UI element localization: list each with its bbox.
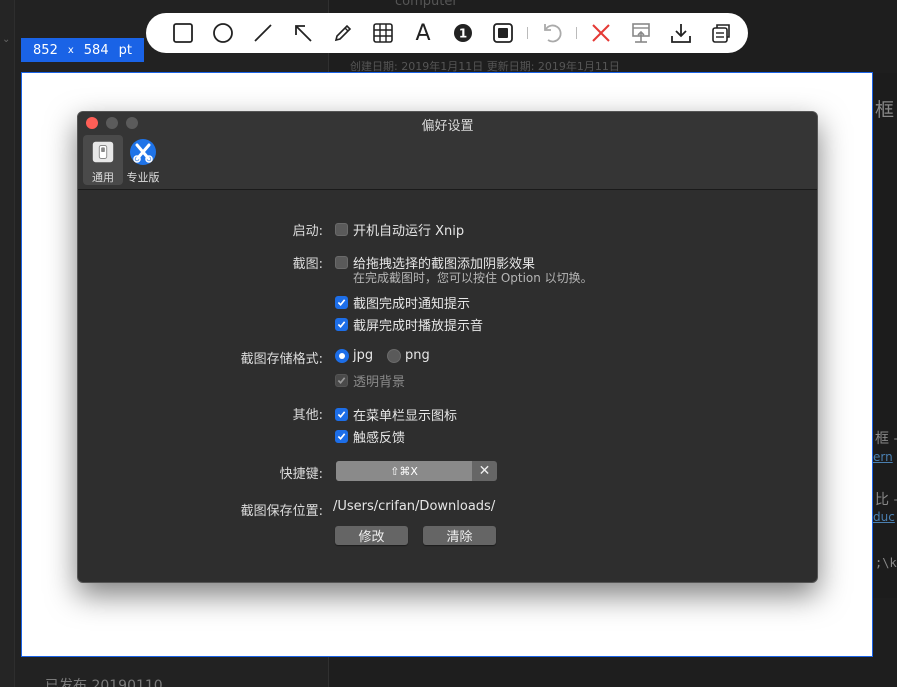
number-marker-tool-button[interactable]: 1 (443, 13, 483, 53)
format-png-radio[interactable]: png (387, 348, 430, 363)
pin-button[interactable] (621, 13, 661, 53)
modify-location-button[interactable]: 修改 (335, 526, 408, 545)
transparent-bg-text: 透明背景 (353, 375, 406, 390)
chevron-down-icon: ⌄ (2, 34, 11, 45)
ellipse-tool-button[interactable] (203, 13, 243, 53)
tab-pro[interactable]: 专业版 (124, 135, 162, 185)
save-location-label: 截图保存位置: (240, 504, 323, 519)
highlight-tool-icon (493, 23, 513, 43)
tab-general-label: 通用 (92, 171, 114, 184)
background-code: ;\k (875, 556, 897, 570)
line-tool-button[interactable] (243, 13, 283, 53)
number-marker-tool-icon: 1 (454, 24, 472, 42)
save-location-path: /Users/crifan/Downloads/ (333, 499, 496, 514)
menubar-icon-checkbox[interactable]: 在菜单栏显示图标 (335, 405, 457, 424)
undo-button[interactable] (532, 13, 572, 53)
shortcut-recorder: ⇧⌘X ✕ (336, 461, 497, 481)
capture-height: 584 (83, 42, 109, 58)
preferences-titlebar: 偏好设置 通用 专业版 (78, 112, 817, 190)
auto-launch-text: 开机自动运行 Xnip (353, 224, 465, 239)
line-tool-icon (254, 24, 272, 42)
checkbox-checked-icon (335, 296, 348, 309)
shortcut-field[interactable]: ⇧⌘X (336, 461, 472, 481)
radio-unselected-icon (387, 348, 401, 363)
mosaic-tool-icon (373, 23, 393, 43)
menubar-icon-text: 在菜单栏显示图标 (353, 409, 458, 424)
clear-location-button[interactable]: 清除 (423, 526, 496, 545)
shortcut-label: 快捷键: (279, 467, 323, 482)
background-fragment: 框 – (875, 431, 897, 447)
download-icon (671, 24, 691, 43)
window-title: 偏好设置 (421, 119, 474, 134)
notify-checkbox[interactable]: 截图完成时通知提示 (335, 293, 470, 312)
copy-icon (712, 24, 730, 43)
background-fragment: 框 (875, 99, 895, 121)
toolbar-separator (527, 27, 528, 39)
capture-unit: pt (118, 42, 132, 58)
background-window-title: computer (395, 0, 458, 9)
rectangle-tool-icon (173, 23, 193, 43)
pin-icon (632, 23, 650, 43)
checkbox-checked-icon (335, 430, 348, 443)
radio-selected-icon (335, 348, 349, 363)
number-marker-glyph: 1 (459, 27, 467, 41)
format-jpg-text: jpg (353, 348, 374, 363)
auto-launch-checkbox[interactable]: 开机自动运行 Xnip (335, 220, 464, 239)
preferences-general-pane: 启动: 开机自动运行 Xnip 截图: 给拖拽选择的截图添加阴影效果 在完成截图… (78, 190, 817, 582)
haptic-text: 触感反馈 (353, 431, 406, 446)
rectangle-tool-button[interactable] (163, 13, 203, 53)
startup-label: 启动: (292, 224, 323, 239)
sound-checkbox[interactable]: 截屏完成时播放提示音 (335, 315, 483, 334)
capture-width: 852 (33, 42, 58, 58)
transparent-bg-checkbox: 透明背景 (335, 371, 405, 390)
toolbar-separator (576, 27, 577, 39)
checkbox-checked-icon (335, 408, 348, 421)
background-link: ern (873, 450, 893, 464)
format-jpg-radio[interactable]: jpg (335, 348, 373, 363)
arrow-tool-icon (295, 25, 312, 42)
ellipse-tool-icon (213, 23, 233, 43)
background-fragment: 比 – (875, 492, 897, 508)
capture-size-badge: 852 x 584 pt (21, 38, 144, 62)
checkbox-unchecked (335, 256, 348, 269)
checkbox-checked-icon (335, 318, 348, 331)
download-button[interactable] (661, 13, 701, 53)
capture-size-separator: x (67, 44, 74, 56)
haptic-checkbox[interactable]: 触感反馈 (335, 427, 405, 446)
mosaic-tool-button[interactable] (363, 13, 403, 53)
arrow-tool-button[interactable] (283, 13, 323, 53)
general-switch-icon (89, 138, 117, 166)
cancel-icon (592, 24, 610, 42)
undo-icon (544, 24, 562, 43)
pencil-tool-button[interactable] (323, 13, 363, 53)
tab-general[interactable]: 通用 (83, 135, 123, 185)
checkbox-unchecked (335, 223, 348, 236)
background-sidebar: ⌄ (0, 0, 15, 687)
checkbox-disabled-icon (335, 374, 348, 387)
notify-text: 截图完成时通知提示 (353, 297, 471, 312)
preferences-window: 偏好设置 通用 专业版 启动: 开机自动运行 Xnip 截图: 给拖拽选择的截图… (77, 111, 818, 583)
capture-label: 截图: (292, 257, 323, 272)
shortcut-clear-button[interactable]: ✕ (472, 461, 497, 481)
tab-pro-label: 专业版 (126, 171, 160, 184)
background-published-text: 已发布 20190110 (45, 678, 163, 687)
format-png-text: png (405, 348, 430, 363)
background-link: duc (873, 510, 895, 524)
cancel-button[interactable] (581, 13, 621, 53)
text-tool-button[interactable]: A (403, 13, 443, 53)
shadow-hint: 在完成截图时，您可以按住 Option 以切换。 (353, 271, 593, 285)
other-label: 其他: (292, 408, 323, 423)
format-label: 截图存储格式: (240, 352, 323, 367)
xnip-logo-icon (129, 138, 157, 166)
capture-toolbar: A 1 (146, 13, 748, 53)
pencil-tool-icon (334, 24, 352, 42)
highlight-tool-button[interactable] (483, 13, 523, 53)
copy-button[interactable] (701, 13, 741, 53)
text-tool-icon: A (415, 20, 431, 46)
sound-text: 截屏完成时播放提示音 (353, 319, 484, 334)
